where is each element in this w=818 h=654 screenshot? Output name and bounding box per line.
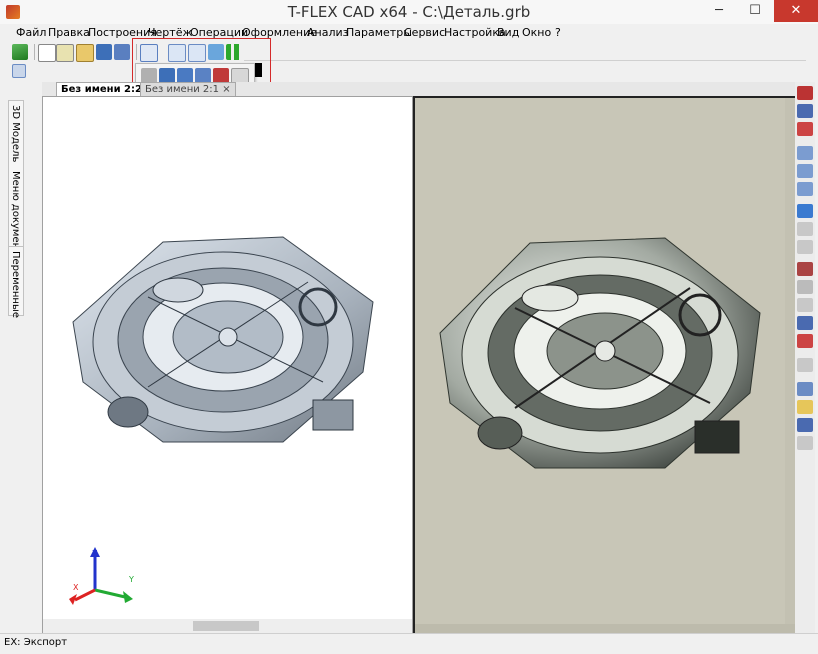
tab-label: Без имени 2:1 (145, 84, 220, 95)
menu-edit[interactable]: Правка (48, 26, 90, 39)
vertical-scrollbar[interactable] (785, 98, 795, 634)
rotate-icon[interactable] (797, 280, 813, 294)
zoom-in-icon[interactable] (797, 204, 813, 218)
zoom-out-icon[interactable] (797, 222, 813, 236)
menu-parameters[interactable]: Параметры (346, 26, 412, 39)
magnet-off-icon[interactable] (797, 122, 813, 136)
snap-icon[interactable] (797, 104, 813, 118)
zoom-icon[interactable] (797, 146, 813, 160)
tab-doc-2-1[interactable]: Без имени 2:1 × (140, 82, 236, 97)
pan-icon[interactable] (797, 262, 813, 276)
tab-label: Без имени 2:2 (61, 84, 142, 95)
select-filter-icon[interactable] (797, 316, 813, 330)
section-icon[interactable] (797, 358, 813, 372)
side-tab-variables[interactable]: Переменные (8, 246, 24, 318)
zoom-fit-icon[interactable] (797, 182, 813, 196)
open-folder-icon[interactable] (76, 44, 94, 62)
copy-view-icon[interactable] (797, 298, 813, 312)
axis-label-y: Y (129, 575, 134, 584)
menu-service[interactable]: Сервис (404, 26, 445, 39)
tab-close-icon[interactable]: × (222, 84, 230, 95)
secondary-toolbar (4, 63, 814, 81)
viewport-left[interactable]: Z Y X (42, 96, 413, 634)
model-render-left (72, 236, 374, 443)
new-document-icon[interactable] (38, 44, 56, 62)
menu-file[interactable]: Файл (16, 26, 46, 39)
layer-icon[interactable] (12, 64, 26, 78)
menu-analysis[interactable]: Анализ (307, 26, 349, 39)
magnet-icon[interactable] (797, 86, 813, 100)
maximize-button[interactable]: ☐ (738, 0, 772, 22)
save-icon[interactable] (96, 44, 112, 60)
side-tab-label: 3D Модель (10, 105, 21, 163)
wireframe-icon[interactable] (797, 418, 813, 432)
horizontal-scrollbar[interactable] (43, 619, 412, 633)
viewport-right[interactable] (413, 96, 797, 636)
menu-window[interactable]: Окно (522, 26, 551, 39)
window-title: T-FLEX CAD x64 - C:\Деталь.grb (287, 3, 531, 21)
toolbar-filler (244, 44, 806, 61)
left-side-panel: 3D Модель Меню документов Переменные (4, 82, 24, 318)
menu-help[interactable]: ? (555, 26, 561, 39)
zoom-previous-icon[interactable] (797, 240, 813, 254)
side-tab-label: Переменные (10, 251, 21, 318)
toolbar-separator (34, 44, 35, 60)
check-icon[interactable] (797, 334, 813, 348)
view-cube-icon[interactable] (797, 382, 813, 396)
minimize-button[interactable]: ─ (702, 0, 736, 22)
save-as-icon[interactable] (114, 44, 130, 60)
checkmark-double-icon[interactable] (12, 44, 28, 60)
diamond-icon[interactable] (797, 436, 813, 450)
close-button[interactable]: ✕ (774, 0, 818, 22)
zoom-window-icon[interactable] (797, 164, 813, 178)
title-bar: T-FLEX CAD x64 - C:\Деталь.grb ─ ☐ ✕ (0, 0, 818, 25)
side-tab-3d-model[interactable]: 3D Модель Меню документов (8, 100, 24, 267)
status-bar: EX: Экспорт (0, 633, 818, 654)
main-toolbar (4, 42, 814, 62)
axis-label-z: Z (92, 549, 98, 558)
shaded-cube-icon[interactable] (797, 400, 813, 414)
model-render-right (439, 237, 761, 469)
menu-view[interactable]: Вид (497, 26, 519, 39)
document-tab-bar: Без имени 2:2 × Без имени 2:1 × ▾ (42, 82, 806, 97)
scrollbar-thumb[interactable] (193, 621, 259, 631)
axis-label-x: X (73, 583, 79, 592)
status-text: EX: Экспорт (4, 637, 68, 648)
axis-triad-icon (69, 547, 133, 605)
view-toolbar (795, 82, 815, 634)
menu-bar: Файл Правка Построения Чертёж Операции О… (0, 24, 818, 42)
new-drawing-icon[interactable] (56, 44, 74, 62)
